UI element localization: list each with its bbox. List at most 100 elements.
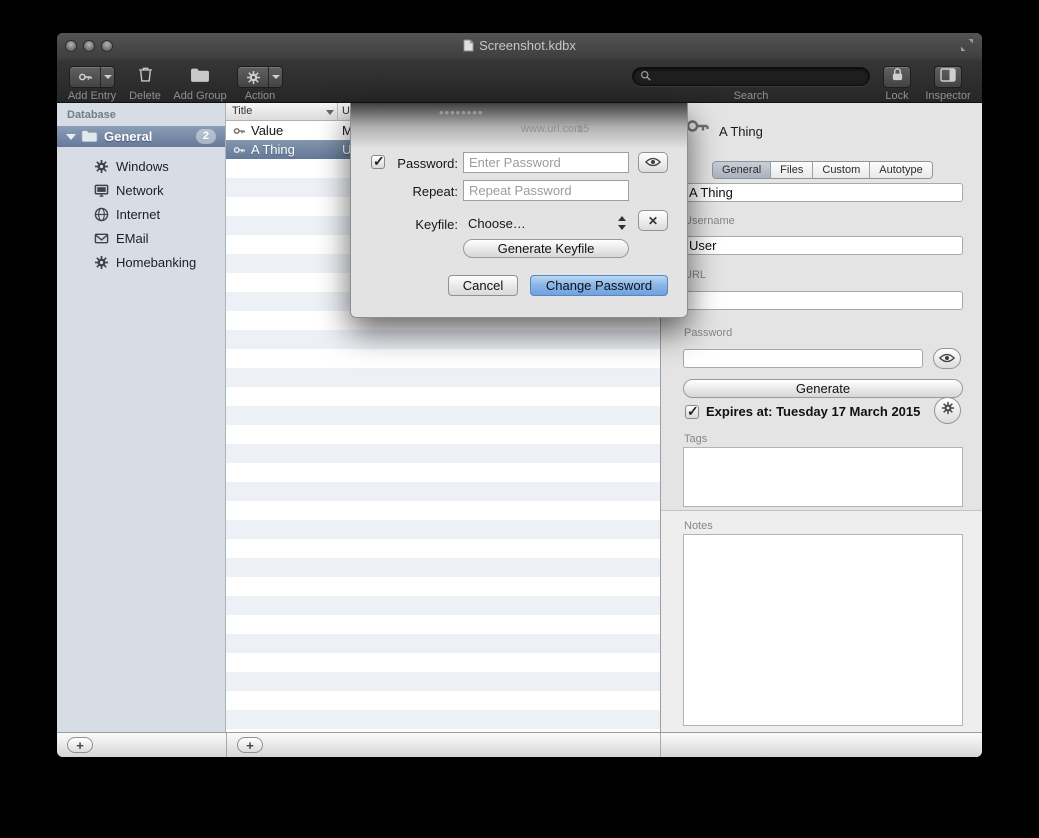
folder-icon: [190, 67, 210, 88]
key-icon: [70, 67, 100, 87]
envelope-icon: [94, 231, 109, 251]
keyfile-label: Keyfile:: [371, 217, 458, 232]
gear-icon: [238, 67, 268, 87]
inspector-tabs: General Files Custom Autotype: [712, 161, 933, 179]
add-entry-button[interactable]: [69, 66, 115, 88]
gear-icon: [94, 159, 109, 179]
search-input[interactable]: [656, 70, 862, 84]
change-password-button[interactable]: Change Password: [530, 275, 668, 296]
sidebar-item-label: Network: [116, 183, 164, 198]
document-icon: [463, 39, 474, 55]
gear-icon: [94, 255, 109, 275]
reveal-password-button[interactable]: [638, 152, 668, 173]
tab-general[interactable]: General: [713, 162, 770, 178]
lock-button[interactable]: [883, 66, 911, 88]
bottom-bar: + +: [57, 732, 982, 757]
chevron-down-icon: [100, 67, 114, 87]
monitor-icon: [94, 183, 109, 203]
password-field[interactable]: [683, 349, 923, 368]
cancel-button[interactable]: Cancel: [448, 275, 518, 296]
tab-custom[interactable]: Custom: [812, 162, 869, 178]
expires-checkbox[interactable]: [685, 405, 699, 419]
url-field[interactable]: [683, 291, 963, 310]
gear-icon: [941, 401, 955, 420]
window-title: Screenshot.kdbx: [57, 38, 982, 55]
tab-files[interactable]: Files: [770, 162, 812, 178]
sidebar-item-windows[interactable]: Windows: [57, 156, 225, 178]
add-group-plus-button[interactable]: +: [67, 737, 93, 753]
sort-indicator-icon: [326, 110, 334, 115]
trash-icon: [137, 65, 154, 88]
search-icon: [640, 68, 651, 86]
repeat-password-input[interactable]: [463, 180, 629, 201]
stepper-icon[interactable]: [617, 215, 627, 231]
eye-icon: [939, 350, 955, 368]
sidebar-item-internet[interactable]: Internet: [57, 204, 225, 226]
notes-label: Notes: [684, 520, 713, 532]
action-label: Action: [229, 90, 291, 102]
inspector-toggle-button[interactable]: [934, 66, 962, 88]
desktop-background: Screenshot.kdbx Add Entry Delete Add Gro…: [0, 0, 1039, 838]
pane-divider: [226, 733, 227, 757]
sidebar-item-label: Internet: [116, 207, 160, 222]
sidebar-group-label: General: [104, 129, 152, 144]
sidebar-group-general[interactable]: General 2: [57, 126, 225, 147]
tags-field[interactable]: [683, 447, 963, 507]
sidebar-item-label: EMail: [116, 231, 149, 246]
add-entry-plus-button[interactable]: +: [237, 737, 263, 753]
sidebar-item-homebanking[interactable]: Homebanking: [57, 252, 225, 274]
new-password-input[interactable]: [463, 152, 629, 173]
entry-title-cell: A Thing: [251, 142, 295, 157]
action-button[interactable]: [237, 66, 283, 88]
repeat-label: Repeat:: [371, 184, 458, 199]
expires-label: Expires at: Tuesday 17 March 2015: [706, 404, 920, 419]
disclosure-triangle-icon[interactable]: [66, 134, 76, 140]
count-badge: 2: [196, 129, 216, 144]
tab-autotype[interactable]: Autotype: [869, 162, 931, 178]
change-password-sheet: •••••••• www.url.com 15 Password: Repeat…: [350, 103, 688, 318]
sidebar-item-label: Homebanking: [116, 255, 196, 270]
sidebar-header: Database: [67, 109, 116, 121]
add-entry-label: Add Entry: [62, 90, 122, 102]
dimmed-modified-text: 15: [577, 123, 589, 135]
window-title-text: Screenshot.kdbx: [479, 38, 576, 53]
panel-icon: [940, 68, 956, 87]
title-field[interactable]: [683, 183, 963, 202]
sidebar-item-network[interactable]: Network: [57, 180, 225, 202]
app-window: Screenshot.kdbx Add Entry Delete Add Gro…: [57, 33, 982, 757]
entry-title-cell: Value: [251, 123, 283, 138]
username-label: Username: [684, 215, 735, 227]
window-chrome: Screenshot.kdbx Add Entry Delete Add Gro…: [57, 33, 982, 103]
sidebar: Database General 2 Windows Network Inter…: [57, 103, 226, 732]
dimmed-password-text: ••••••••: [439, 105, 483, 120]
fullscreen-icon[interactable]: [960, 38, 974, 57]
delete-label: Delete: [115, 90, 175, 102]
padlock-icon: [891, 67, 904, 87]
search-label: Search: [632, 90, 870, 102]
expiry-gear-button[interactable]: [934, 397, 961, 424]
inspector-label: Inspector: [918, 90, 978, 102]
inspector-entry-title: A Thing: [719, 124, 763, 139]
password-label: Password: [684, 327, 732, 339]
generate-keyfile-button[interactable]: Generate Keyfile: [463, 239, 629, 258]
inspector-panel: A Thing General Files Custom Autotype Us…: [660, 103, 982, 732]
delete-button[interactable]: [134, 65, 156, 88]
reveal-password-button[interactable]: [933, 348, 961, 369]
column-header-title[interactable]: Title: [232, 105, 252, 117]
username-field[interactable]: [683, 236, 963, 255]
chevron-down-icon: [268, 67, 282, 87]
password-label: Password:: [371, 156, 458, 171]
add-group-label: Add Group: [167, 90, 233, 102]
folder-icon: [81, 129, 98, 148]
search-field[interactable]: [632, 67, 870, 86]
pane-divider: [660, 733, 661, 757]
generate-password-button[interactable]: Generate: [683, 379, 963, 398]
keyfile-popup[interactable]: Choose…: [468, 216, 526, 231]
globe-icon: [94, 207, 109, 227]
column-divider[interactable]: [337, 103, 338, 121]
notes-field[interactable]: [683, 534, 963, 726]
add-group-button[interactable]: [189, 68, 211, 86]
sidebar-item-email[interactable]: EMail: [57, 228, 225, 250]
clear-keyfile-button[interactable]: [638, 210, 668, 231]
sheet-top-shadow: •••••••• www.url.com 15: [351, 103, 687, 149]
